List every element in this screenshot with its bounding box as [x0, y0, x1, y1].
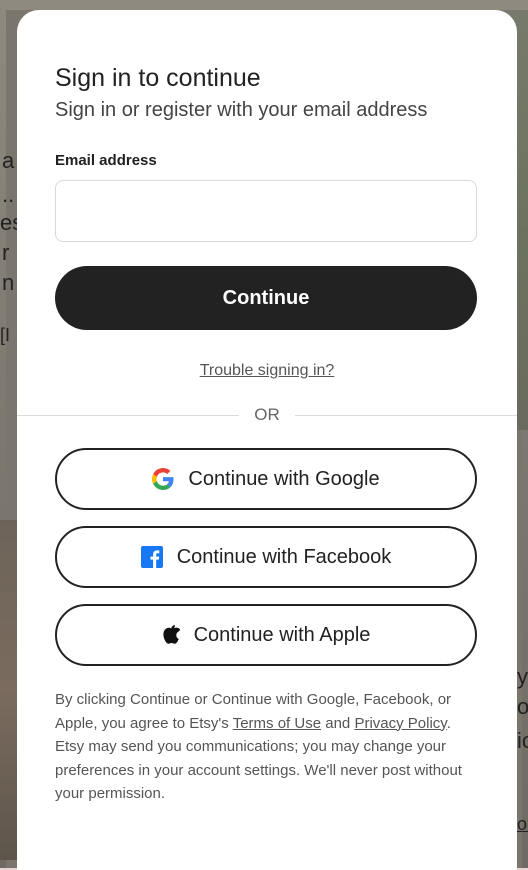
privacy-policy-link[interactable]: Privacy Policy [354, 715, 446, 732]
trouble-signing-in-link[interactable]: Trouble signing in? [17, 362, 517, 380]
background-text-fragment: n [2, 270, 15, 295]
dialog-title: Sign in to continue [55, 64, 261, 92]
email-label: Email address [55, 152, 157, 169]
apple-button-label: Continue with Apple [193, 623, 371, 646]
background-text-fragment: y [517, 664, 528, 689]
email-input[interactable] [55, 180, 477, 242]
background-photo-left [0, 520, 18, 860]
google-button-label: Continue with Google [188, 467, 380, 490]
google-g-icon [152, 468, 174, 490]
continue-with-facebook-button[interactable]: Continue with Facebook [55, 526, 477, 588]
legal-text-part2: and [321, 714, 355, 732]
background-text-fragment: .. [2, 182, 15, 207]
facebook-button-label: Continue with Facebook [176, 545, 392, 568]
continue-with-apple-button[interactable]: Continue with Apple [55, 604, 477, 666]
dialog-subtitle: Sign in or register with your email addr… [55, 99, 428, 121]
continue-with-google-button[interactable]: Continue with Google [55, 448, 477, 510]
sign-in-dialog: Sign in to continue Sign in or register … [17, 10, 517, 870]
background-text-fragment: a [2, 148, 15, 173]
background-text-fragment: o [517, 694, 528, 719]
background-text-fragment: [I [0, 325, 11, 345]
legal-notice: By clicking Continue or Continue with Go… [55, 688, 483, 806]
terms-of-use-link[interactable]: Terms of Use [233, 715, 321, 732]
apple-logo-icon [162, 625, 180, 645]
facebook-f-icon [140, 546, 163, 568]
background-link-fragment: or [517, 814, 528, 834]
background-text-fragment: r [2, 240, 10, 265]
continue-button[interactable]: Continue [55, 266, 477, 330]
divider-line-right [295, 415, 517, 416]
background-text-fragment: ic [517, 728, 528, 753]
